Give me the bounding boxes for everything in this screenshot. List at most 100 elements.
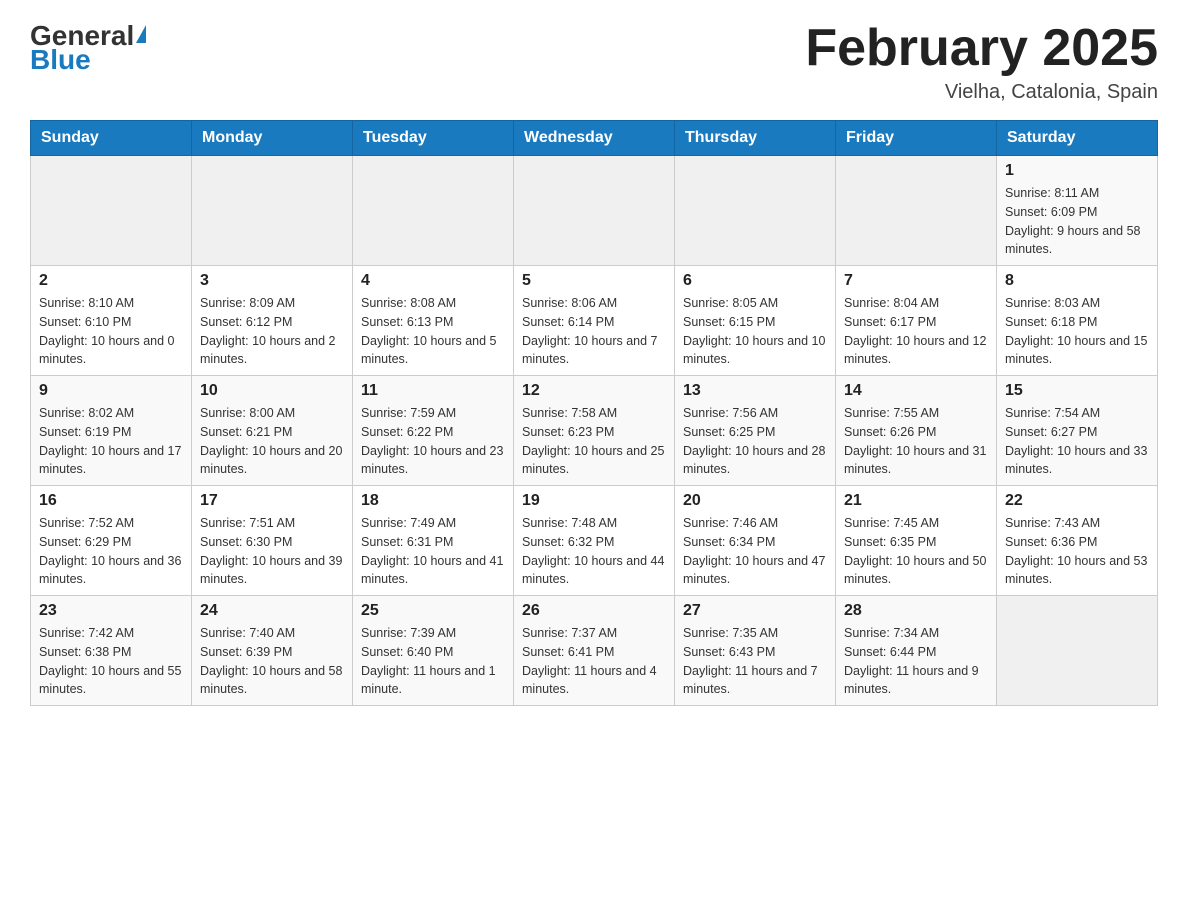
- day-info: Sunrise: 7:55 AM Sunset: 6:26 PM Dayligh…: [844, 404, 988, 479]
- day-number: 23: [39, 602, 183, 620]
- day-number: 14: [844, 382, 988, 400]
- day-cell: 5 Sunrise: 8:06 AM Sunset: 6:14 PM Daylig…: [514, 266, 675, 376]
- day-cell: 27 Sunrise: 7:35 AM Sunset: 6:43 PM Dayli…: [675, 596, 836, 706]
- day-cell: 17 Sunrise: 7:51 AM Sunset: 6:30 PM Dayli…: [192, 486, 353, 596]
- day-number: 25: [361, 602, 505, 620]
- day-cell: 24 Sunrise: 7:40 AM Sunset: 6:39 PM Dayli…: [192, 596, 353, 706]
- day-cell: 6 Sunrise: 8:05 AM Sunset: 6:15 PM Daylig…: [675, 266, 836, 376]
- day-cell: 1 Sunrise: 8:11 AM Sunset: 6:09 PM Daylig…: [997, 156, 1158, 266]
- day-cell: 26Sunrise: 7:37 AM Sunset: 6:41 PM Dayli…: [514, 596, 675, 706]
- day-number: 27: [683, 602, 827, 620]
- day-info: Sunrise: 7:43 AM Sunset: 6:36 PM Dayligh…: [1005, 514, 1149, 589]
- calendar-table: SundayMondayTuesdayWednesdayThursdayFrid…: [30, 120, 1158, 706]
- day-header-monday: Monday: [192, 121, 353, 156]
- day-cell: 19Sunrise: 7:48 AM Sunset: 6:32 PM Dayli…: [514, 486, 675, 596]
- day-header-row: SundayMondayTuesdayWednesdayThursdayFrid…: [31, 121, 1158, 156]
- day-info: Sunrise: 7:46 AM Sunset: 6:34 PM Dayligh…: [683, 514, 827, 589]
- day-number: 15: [1005, 382, 1149, 400]
- day-number: 10: [200, 382, 344, 400]
- day-number: 28: [844, 602, 988, 620]
- day-cell: 3 Sunrise: 8:09 AM Sunset: 6:12 PM Daylig…: [192, 266, 353, 376]
- day-cell: [353, 156, 514, 266]
- day-info: Sunrise: 8:03 AM Sunset: 6:18 PM Dayligh…: [1005, 294, 1149, 369]
- day-cell: 13 Sunrise: 7:56 AM Sunset: 6:25 PM Dayli…: [675, 376, 836, 486]
- page-header: General Blue February 2025 Vielha, Catal…: [30, 20, 1158, 104]
- day-cell: 21 Sunrise: 7:45 AM Sunset: 6:35 PM Dayli…: [836, 486, 997, 596]
- day-cell: 23Sunrise: 7:42 AM Sunset: 6:38 PM Dayli…: [31, 596, 192, 706]
- day-number: 26: [522, 602, 666, 620]
- day-cell: 4Sunrise: 8:08 AM Sunset: 6:13 PM Daylig…: [353, 266, 514, 376]
- day-info: Sunrise: 8:00 AM Sunset: 6:21 PM Dayligh…: [200, 404, 344, 479]
- day-header-wednesday: Wednesday: [514, 121, 675, 156]
- day-cell: 20Sunrise: 7:46 AM Sunset: 6:34 PM Dayli…: [675, 486, 836, 596]
- day-info: Sunrise: 7:45 AM Sunset: 6:35 PM Dayligh…: [844, 514, 988, 589]
- day-cell: [836, 156, 997, 266]
- logo: General Blue: [30, 20, 146, 76]
- day-info: Sunrise: 7:40 AM Sunset: 6:39 PM Dayligh…: [200, 624, 344, 699]
- day-cell: 14 Sunrise: 7:55 AM Sunset: 6:26 PM Dayli…: [836, 376, 997, 486]
- day-info: Sunrise: 7:51 AM Sunset: 6:30 PM Dayligh…: [200, 514, 344, 589]
- day-cell: 7 Sunrise: 8:04 AM Sunset: 6:17 PM Daylig…: [836, 266, 997, 376]
- day-header-tuesday: Tuesday: [353, 121, 514, 156]
- day-number: 2: [39, 272, 183, 290]
- logo-triangle-icon: [136, 25, 146, 43]
- day-info: Sunrise: 8:06 AM Sunset: 6:14 PM Dayligh…: [522, 294, 666, 369]
- day-info: Sunrise: 8:08 AM Sunset: 6:13 PM Dayligh…: [361, 294, 505, 369]
- day-info: Sunrise: 7:35 AM Sunset: 6:43 PM Dayligh…: [683, 624, 827, 699]
- day-cell: [514, 156, 675, 266]
- day-cell: 16 Sunrise: 7:52 AM Sunset: 6:29 PM Dayli…: [31, 486, 192, 596]
- day-cell: [31, 156, 192, 266]
- day-cell: 28 Sunrise: 7:34 AM Sunset: 6:44 PM Dayli…: [836, 596, 997, 706]
- day-number: 13: [683, 382, 827, 400]
- day-cell: 10 Sunrise: 8:00 AM Sunset: 6:21 PM Dayli…: [192, 376, 353, 486]
- day-cell: [192, 156, 353, 266]
- week-row-3: 9 Sunrise: 8:02 AM Sunset: 6:19 PM Daylig…: [31, 376, 1158, 486]
- day-info: Sunrise: 7:49 AM Sunset: 6:31 PM Dayligh…: [361, 514, 505, 589]
- day-number: 5: [522, 272, 666, 290]
- title-block: February 2025 Vielha, Catalonia, Spain: [805, 20, 1158, 104]
- day-info: Sunrise: 7:34 AM Sunset: 6:44 PM Dayligh…: [844, 624, 988, 699]
- day-header-saturday: Saturday: [997, 121, 1158, 156]
- day-info: Sunrise: 8:04 AM Sunset: 6:17 PM Dayligh…: [844, 294, 988, 369]
- day-number: 18: [361, 492, 505, 510]
- day-cell: 22 Sunrise: 7:43 AM Sunset: 6:36 PM Dayli…: [997, 486, 1158, 596]
- day-info: Sunrise: 7:52 AM Sunset: 6:29 PM Dayligh…: [39, 514, 183, 589]
- day-number: 19: [522, 492, 666, 510]
- day-number: 1: [1005, 162, 1149, 180]
- day-number: 9: [39, 382, 183, 400]
- day-cell: 8Sunrise: 8:03 AM Sunset: 6:18 PM Daylig…: [997, 266, 1158, 376]
- day-number: 6: [683, 272, 827, 290]
- day-cell: [997, 596, 1158, 706]
- week-row-5: 23Sunrise: 7:42 AM Sunset: 6:38 PM Dayli…: [31, 596, 1158, 706]
- day-number: 17: [200, 492, 344, 510]
- day-info: Sunrise: 8:05 AM Sunset: 6:15 PM Dayligh…: [683, 294, 827, 369]
- day-info: Sunrise: 8:09 AM Sunset: 6:12 PM Dayligh…: [200, 294, 344, 369]
- subtitle: Vielha, Catalonia, Spain: [805, 81, 1158, 104]
- logo-blue-text: Blue: [30, 44, 91, 76]
- day-number: 16: [39, 492, 183, 510]
- day-info: Sunrise: 8:11 AM Sunset: 6:09 PM Dayligh…: [1005, 184, 1149, 259]
- day-header-thursday: Thursday: [675, 121, 836, 156]
- day-info: Sunrise: 7:54 AM Sunset: 6:27 PM Dayligh…: [1005, 404, 1149, 479]
- day-info: Sunrise: 7:58 AM Sunset: 6:23 PM Dayligh…: [522, 404, 666, 479]
- day-cell: 25 Sunrise: 7:39 AM Sunset: 6:40 PM Dayli…: [353, 596, 514, 706]
- day-number: 11: [361, 382, 505, 400]
- week-row-1: 1 Sunrise: 8:11 AM Sunset: 6:09 PM Daylig…: [31, 156, 1158, 266]
- day-info: Sunrise: 8:02 AM Sunset: 6:19 PM Dayligh…: [39, 404, 183, 479]
- day-cell: 9 Sunrise: 8:02 AM Sunset: 6:19 PM Daylig…: [31, 376, 192, 486]
- day-number: 24: [200, 602, 344, 620]
- week-row-4: 16 Sunrise: 7:52 AM Sunset: 6:29 PM Dayli…: [31, 486, 1158, 596]
- day-cell: 12Sunrise: 7:58 AM Sunset: 6:23 PM Dayli…: [514, 376, 675, 486]
- main-title: February 2025: [805, 20, 1158, 77]
- day-header-sunday: Sunday: [31, 121, 192, 156]
- day-cell: 2Sunrise: 8:10 AM Sunset: 6:10 PM Daylig…: [31, 266, 192, 376]
- day-cell: [675, 156, 836, 266]
- day-info: Sunrise: 7:56 AM Sunset: 6:25 PM Dayligh…: [683, 404, 827, 479]
- day-number: 3: [200, 272, 344, 290]
- day-number: 7: [844, 272, 988, 290]
- day-header-friday: Friday: [836, 121, 997, 156]
- day-number: 21: [844, 492, 988, 510]
- day-number: 22: [1005, 492, 1149, 510]
- day-info: Sunrise: 7:39 AM Sunset: 6:40 PM Dayligh…: [361, 624, 505, 699]
- day-cell: 11Sunrise: 7:59 AM Sunset: 6:22 PM Dayli…: [353, 376, 514, 486]
